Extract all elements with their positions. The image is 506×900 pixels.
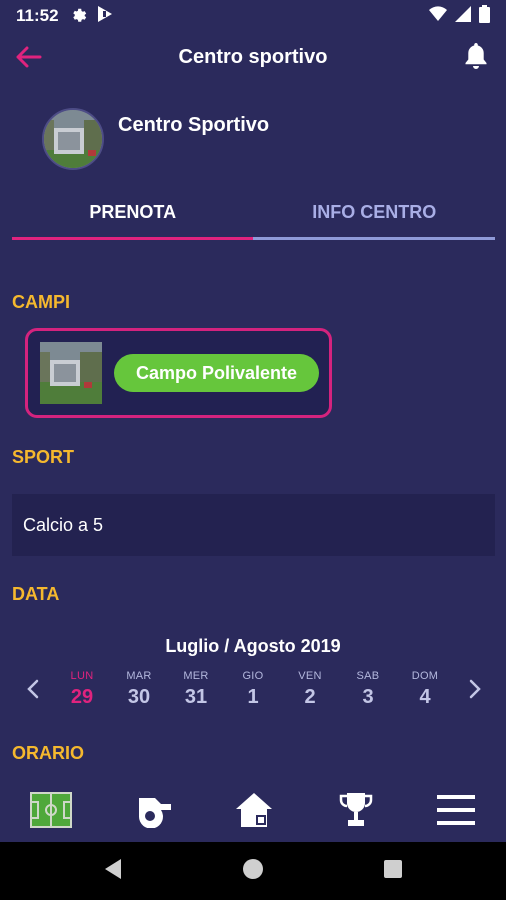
day-number: 1 [247, 686, 259, 708]
section-label-data: DATA [12, 584, 60, 604]
day-name: MER [183, 670, 209, 682]
calendar-day[interactable]: VEN 2 [285, 670, 335, 709]
tab-indicator-inactive [253, 237, 495, 240]
tab-indicator-active [12, 237, 253, 240]
recents-square-icon [383, 859, 403, 884]
home-icon [234, 791, 274, 834]
day-name: LUN [70, 670, 94, 682]
system-back-button[interactable] [100, 858, 126, 884]
tabs: PRENOTA INFO CENTRO [12, 188, 495, 240]
day-name: DOM [411, 670, 439, 682]
nav-menu[interactable] [432, 790, 480, 834]
center-header: Centro Sportivo [42, 108, 269, 170]
whistle-icon [133, 792, 173, 833]
system-recents-button[interactable] [380, 858, 406, 884]
notifications-button[interactable] [460, 42, 492, 74]
day-number: 2 [304, 686, 316, 708]
calendar-day[interactable]: SAB 3 [343, 670, 393, 709]
status-right [429, 4, 490, 28]
page-title: Centro sportivo [178, 46, 328, 68]
day-name: GIO [242, 670, 264, 682]
day-number: 3 [362, 686, 374, 708]
day-name: VEN [298, 670, 322, 682]
center-avatar [42, 108, 104, 170]
battery-icon [479, 4, 490, 28]
day-number: 29 [70, 686, 94, 708]
gear-icon [69, 5, 87, 28]
bottom-navigation [0, 780, 506, 842]
tab-prenota[interactable]: PRENOTA [12, 188, 254, 240]
day-number: 4 [419, 686, 431, 708]
sport-select[interactable]: Calcio a 5 [12, 494, 495, 556]
calendar-day[interactable]: GIO 1 [228, 670, 278, 709]
day-number: 30 [127, 686, 151, 708]
campo-card[interactable]: Campo Polivalente [25, 328, 332, 418]
calendar-day[interactable]: DOM 4 [400, 670, 450, 709]
calendar-day-selected[interactable]: LUN 29 [57, 670, 107, 709]
campo-thumbnail [40, 342, 102, 404]
system-navigation-bar [0, 842, 506, 900]
chevron-left-icon [26, 679, 40, 704]
bell-icon [464, 42, 488, 74]
center-name: Centro Sportivo [118, 113, 270, 136]
trophy-icon [338, 791, 374, 834]
signal-icon [455, 5, 471, 27]
day-name: MAR [126, 670, 152, 682]
nav-trophy[interactable] [332, 790, 380, 834]
calendar-next-button[interactable] [462, 678, 488, 704]
section-label-sport: SPORT [12, 447, 75, 467]
status-time: 11:52 [16, 6, 59, 25]
calendar-prev-button[interactable] [20, 678, 46, 704]
menu-icon [437, 794, 475, 831]
section-label-campi: CAMPI [12, 292, 70, 312]
calendar-month-label: Luglio / Agosto 2019 [165, 636, 341, 656]
day-name: SAB [356, 670, 380, 682]
calendar-day[interactable]: MAR 30 [114, 670, 164, 709]
nav-whistle[interactable] [129, 790, 177, 834]
app-bar: Centro sportivo [0, 32, 506, 86]
back-triangle-icon [103, 858, 123, 885]
wifi-icon [429, 5, 447, 27]
campo-name-pill[interactable]: Campo Polivalente [114, 354, 319, 392]
home-circle-icon [242, 858, 264, 885]
system-home-button[interactable] [240, 858, 266, 884]
field-icon [30, 791, 72, 833]
day-number: 31 [184, 686, 208, 708]
section-label-orario: ORARIO [12, 743, 84, 763]
nav-home[interactable] [230, 790, 278, 834]
chevron-right-icon [468, 679, 482, 704]
status-left: 11:52 [16, 5, 113, 28]
nav-fields[interactable] [27, 790, 75, 834]
calendar-day[interactable]: MER 31 [171, 670, 221, 709]
tab-info-centro[interactable]: INFO CENTRO [254, 188, 496, 240]
media-icon [97, 5, 113, 28]
status-bar: 11:52 [0, 0, 506, 32]
